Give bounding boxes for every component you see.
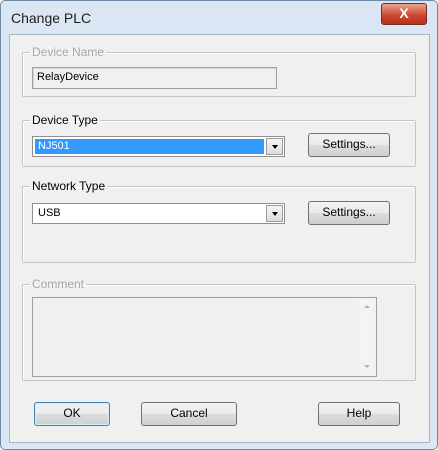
change-plc-dialog: Change PLC X Device Name RelayDevice Dev…: [0, 0, 438, 450]
device-type-settings-button[interactable]: Settings...: [308, 133, 390, 157]
network-type-group: Network Type USB Settings...: [22, 179, 416, 263]
scroll-up-icon: [359, 299, 375, 315]
comment-scrollbar: [359, 299, 375, 375]
close-icon: X: [399, 5, 409, 21]
window-title: Change PLC: [11, 10, 92, 26]
device-type-group: Device Type NJ501 Settings...: [22, 113, 416, 167]
device-type-value: NJ501: [35, 139, 264, 154]
network-type-settings-button[interactable]: Settings...: [308, 201, 390, 225]
device-type-legend: Device Type: [32, 113, 98, 127]
network-type-select[interactable]: USB: [32, 203, 285, 224]
help-button[interactable]: Help: [318, 402, 400, 426]
dialog-body: Device Name RelayDevice Device Type NJ50…: [9, 34, 430, 443]
close-button[interactable]: X: [381, 3, 427, 25]
ok-button[interactable]: OK: [34, 402, 110, 426]
comment-textarea: [32, 297, 377, 377]
chevron-down-icon[interactable]: [266, 205, 283, 222]
scroll-down-icon: [359, 359, 375, 375]
comment-group: Comment: [22, 277, 416, 381]
comment-legend: Comment: [32, 277, 85, 291]
network-type-legend: Network Type: [32, 179, 106, 193]
device-name-field: RelayDevice: [32, 67, 277, 89]
network-type-value: USB: [38, 207, 61, 219]
chevron-down-icon[interactable]: [266, 138, 283, 155]
title-bar[interactable]: Change PLC X: [1, 1, 437, 35]
device-name-group: Device Name RelayDevice: [22, 45, 416, 97]
device-type-select[interactable]: NJ501: [32, 136, 285, 157]
device-name-legend: Device Name: [32, 45, 105, 59]
cancel-button[interactable]: Cancel: [141, 402, 237, 426]
